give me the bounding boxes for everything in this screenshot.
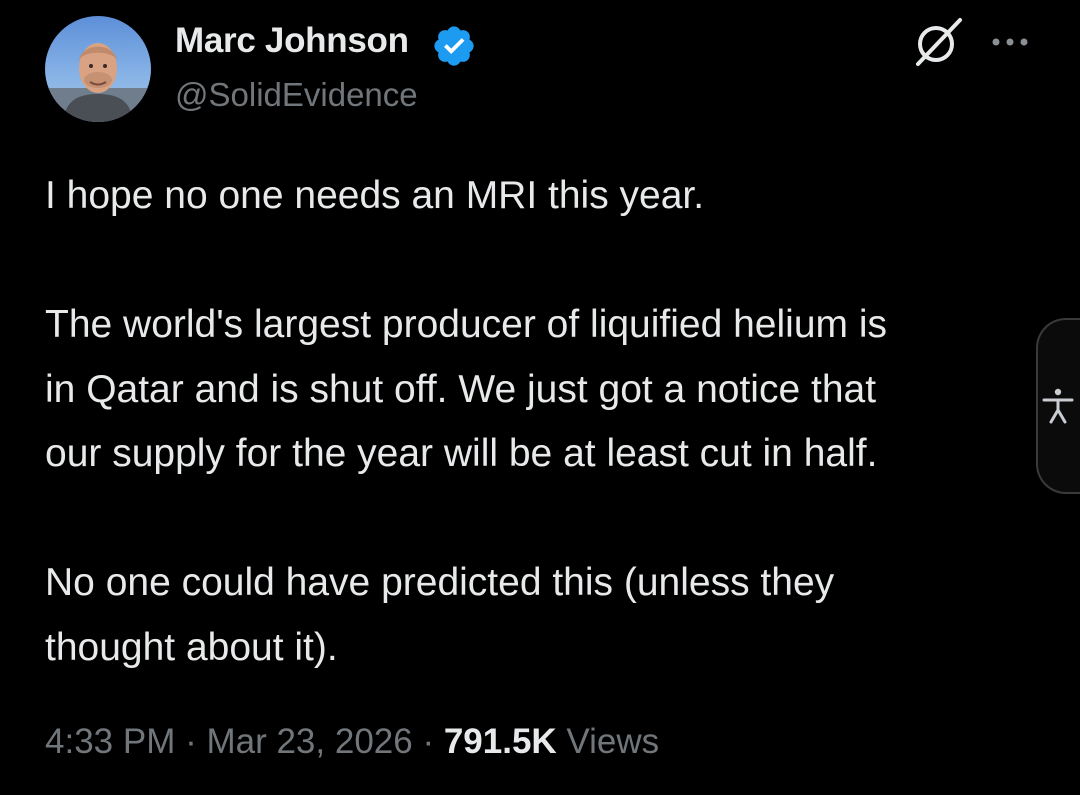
- tweet-line: No one could have predicted this (unless…: [45, 561, 835, 604]
- avatar[interactable]: [45, 16, 151, 122]
- tweet-meta: 4:33 PM · Mar 23, 2026 · 791.5K Views: [45, 722, 659, 762]
- tweet-date[interactable]: Mar 23, 2026: [206, 722, 412, 761]
- meta-separator: ·: [412, 722, 444, 761]
- author-display-name[interactable]: Marc Johnson: [175, 21, 409, 61]
- meta-separator: ·: [175, 722, 207, 761]
- accessibility-icon[interactable]: [1040, 386, 1076, 426]
- tweet-detail-view: Marc Johnson @SolidEvidence I hope no on…: [0, 0, 1080, 795]
- avatar-photo: [45, 16, 151, 122]
- verified-badge-icon[interactable]: [431, 23, 477, 69]
- more-options-icon[interactable]: [990, 32, 1030, 52]
- views-label: Views: [556, 722, 660, 761]
- tweet-line: in Qatar and is shut off. We just got a …: [45, 367, 877, 411]
- tweet-line: thought about it).: [45, 625, 338, 669]
- views-count[interactable]: 791.5K: [444, 722, 557, 761]
- tweet-text: I hope no one needs an MRI this year. Th…: [45, 164, 1035, 680]
- tweet-line: our supply for the year will be at least…: [45, 432, 878, 475]
- grok-icon[interactable]: [910, 16, 966, 68]
- tweet-line: The world's largest producer of liquifie…: [45, 303, 888, 346]
- tweet-time[interactable]: 4:33 PM: [45, 722, 175, 761]
- tweet-line: I hope no one needs an MRI this year.: [45, 174, 705, 217]
- author-handle[interactable]: @SolidEvidence: [175, 76, 418, 114]
